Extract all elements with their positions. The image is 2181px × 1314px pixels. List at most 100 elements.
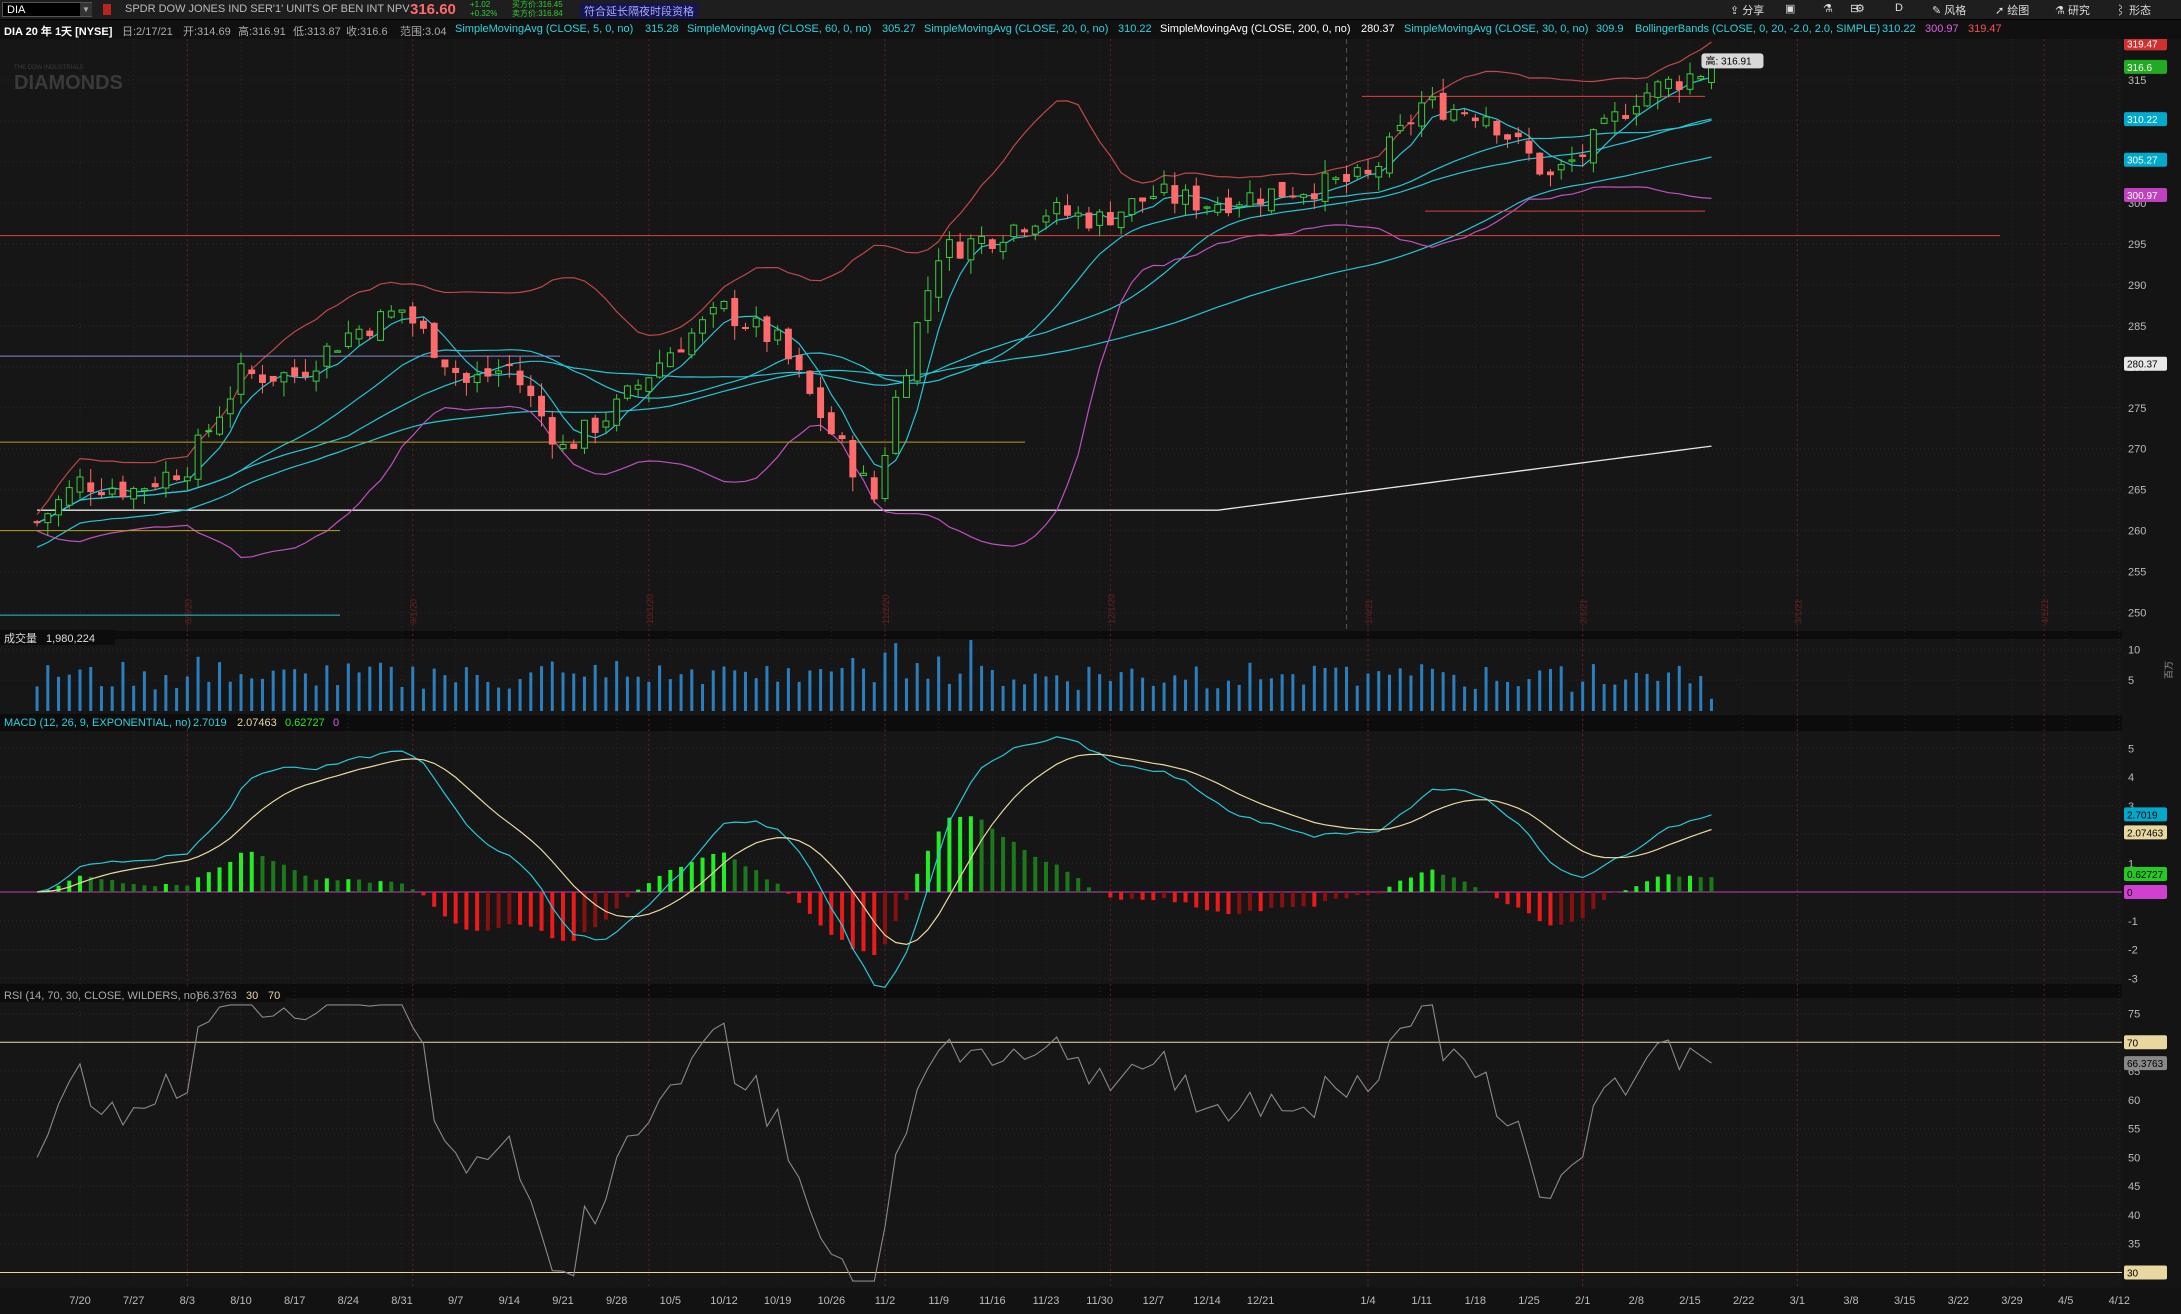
candle-body: [892, 396, 900, 454]
macd-hist-bar: [1086, 887, 1091, 892]
macd-hist-bar: [561, 892, 565, 941]
candle-body: [280, 372, 288, 383]
high-marker-text: 高: 316.91: [1705, 54, 1752, 67]
month-label: 4/1/21: [2040, 599, 2050, 624]
candle-body: [731, 298, 739, 327]
macd-hist-bar: [367, 882, 372, 892]
volume-bar: [690, 669, 694, 711]
pane-bg-macd: [0, 717, 2181, 984]
style-button[interactable]: ✎ 风格: [1932, 2, 1966, 18]
macd-hist-bar: [646, 883, 651, 892]
research-button[interactable]: ⚗ 研究: [2055, 2, 2090, 18]
candle-body: [140, 488, 148, 491]
study-sma20[interactable]: SimpleMovingAvg (CLOSE, 20, 0, no): [924, 23, 1108, 35]
settings-button[interactable]: ⚙: [1855, 2, 1865, 15]
macd-hist-bar: [1527, 892, 1531, 914]
macd-hist-bar: [936, 831, 941, 892]
macd-hist-bar: [990, 828, 995, 892]
pane-bg-price: [0, 39, 2181, 631]
macd-hist-bar: [1462, 881, 1467, 892]
month-label: 12/1/20: [1106, 594, 1116, 624]
study-sma60[interactable]: SimpleMovingAvg (CLOSE, 60, 0, no): [687, 23, 871, 35]
candle-body: [913, 322, 921, 382]
volume-bar: [67, 674, 71, 711]
x-tick: 4/12: [2109, 1295, 2130, 1307]
volume-bar: [1012, 679, 1016, 711]
form-button[interactable]: ⌇ 形态: [2115, 2, 2151, 18]
symbol-input[interactable]: DIA: [2, 2, 92, 17]
candle-body: [151, 483, 159, 488]
macd-hist-bar: [485, 892, 490, 931]
macd-hist-bar: [614, 892, 619, 909]
volume-bar: [454, 682, 458, 711]
volume-bar: [1345, 666, 1349, 711]
volume-bar: [604, 677, 608, 711]
volume-bar: [658, 665, 662, 711]
candle-body: [1375, 165, 1383, 178]
macd-hist-bar: [1269, 892, 1274, 908]
macd-hist-bar: [1215, 892, 1220, 912]
candle-body: [774, 329, 782, 341]
macd-hist-bar: [1591, 892, 1596, 909]
candle-body: [259, 374, 266, 383]
candle-body: [291, 367, 299, 377]
y-tick-rsi: 35: [2128, 1239, 2140, 1251]
x-tick: 2/8: [1629, 1295, 1644, 1307]
volume-bar: [1119, 672, 1123, 711]
draw-button[interactable]: ➚ 绘图: [1995, 2, 2029, 18]
volume-bar: [239, 674, 243, 711]
candle-body: [194, 434, 202, 480]
candle-body: [1343, 173, 1350, 182]
candle-body: [1192, 185, 1200, 211]
flask-button[interactable]: ⚗: [1823, 2, 1833, 15]
volume-bar: [582, 676, 586, 711]
symbol-description: SPDR DOW JONES IND SER'1' UNITS OF BEN I…: [125, 3, 410, 15]
volume-bar: [1280, 674, 1284, 711]
volume-bar: [1355, 685, 1359, 711]
study-sma5[interactable]: SimpleMovingAvg (CLOSE, 5, 0, no): [455, 23, 633, 35]
candle-body: [935, 260, 943, 298]
candle-body: [1106, 212, 1114, 226]
candle-body: [827, 412, 835, 435]
candle-body: [924, 290, 932, 321]
candle-body: [1289, 195, 1297, 198]
x-tick: 3/1: [1790, 1295, 1805, 1307]
chart-canvas[interactable]: 8/3/20 9/1/20 10/1/20 11/2/20 12/1/20 1/4/21 2…: [0, 39, 2181, 1314]
candle-body: [1589, 129, 1597, 164]
macd-hist-bar: [754, 870, 759, 892]
candle-body: [591, 417, 599, 433]
volume-bar: [1591, 664, 1595, 711]
candle-body: [838, 435, 846, 440]
volume-bar: [1506, 681, 1510, 711]
badge-sma60: 305.27: [2127, 156, 2158, 167]
volume-bar: [786, 668, 790, 711]
volume-bar: [561, 672, 565, 711]
macd-hist-bar: [775, 883, 780, 892]
badge-sma20: 310.22: [2127, 115, 2158, 126]
share-button[interactable]: ⇪ 分享: [1730, 2, 1764, 18]
layout-button[interactable]: ▣: [1785, 2, 1795, 15]
volume-bar: [357, 672, 361, 711]
candle-body: [881, 454, 889, 500]
study-sma5-value: 315.28: [645, 23, 679, 35]
chevron-down-icon[interactable]: ▼: [80, 3, 92, 16]
candle-body: [248, 369, 256, 375]
volume-bar: [260, 678, 264, 711]
link-color-icon[interactable]: [103, 4, 111, 15]
study-sma30[interactable]: SimpleMovingAvg (CLOSE, 30, 0, no): [1404, 23, 1588, 35]
candle-body: [1353, 167, 1361, 177]
macd-hist-bar: [1290, 892, 1295, 908]
study-sma200[interactable]: SimpleMovingAvg (CLOSE, 200, 0, no): [1160, 23, 1351, 35]
share-icon: ⇪: [1730, 5, 1740, 17]
candle-body: [1632, 105, 1640, 115]
volume-bar: [1194, 666, 1198, 711]
study-bollinger[interactable]: BollingerBands (CLOSE, 0, 20, -2.0, 2.0,…: [1635, 23, 1880, 35]
y-tick-price: 255: [2128, 567, 2146, 579]
volume-bar: [1430, 668, 1434, 711]
x-tick: 9/7: [448, 1295, 463, 1307]
candle-body: [645, 377, 653, 392]
volume-bar: [1087, 666, 1091, 711]
volume-bar: [572, 673, 576, 711]
volume-bar: [851, 657, 855, 711]
period-selector[interactable]: D: [1895, 2, 1903, 14]
